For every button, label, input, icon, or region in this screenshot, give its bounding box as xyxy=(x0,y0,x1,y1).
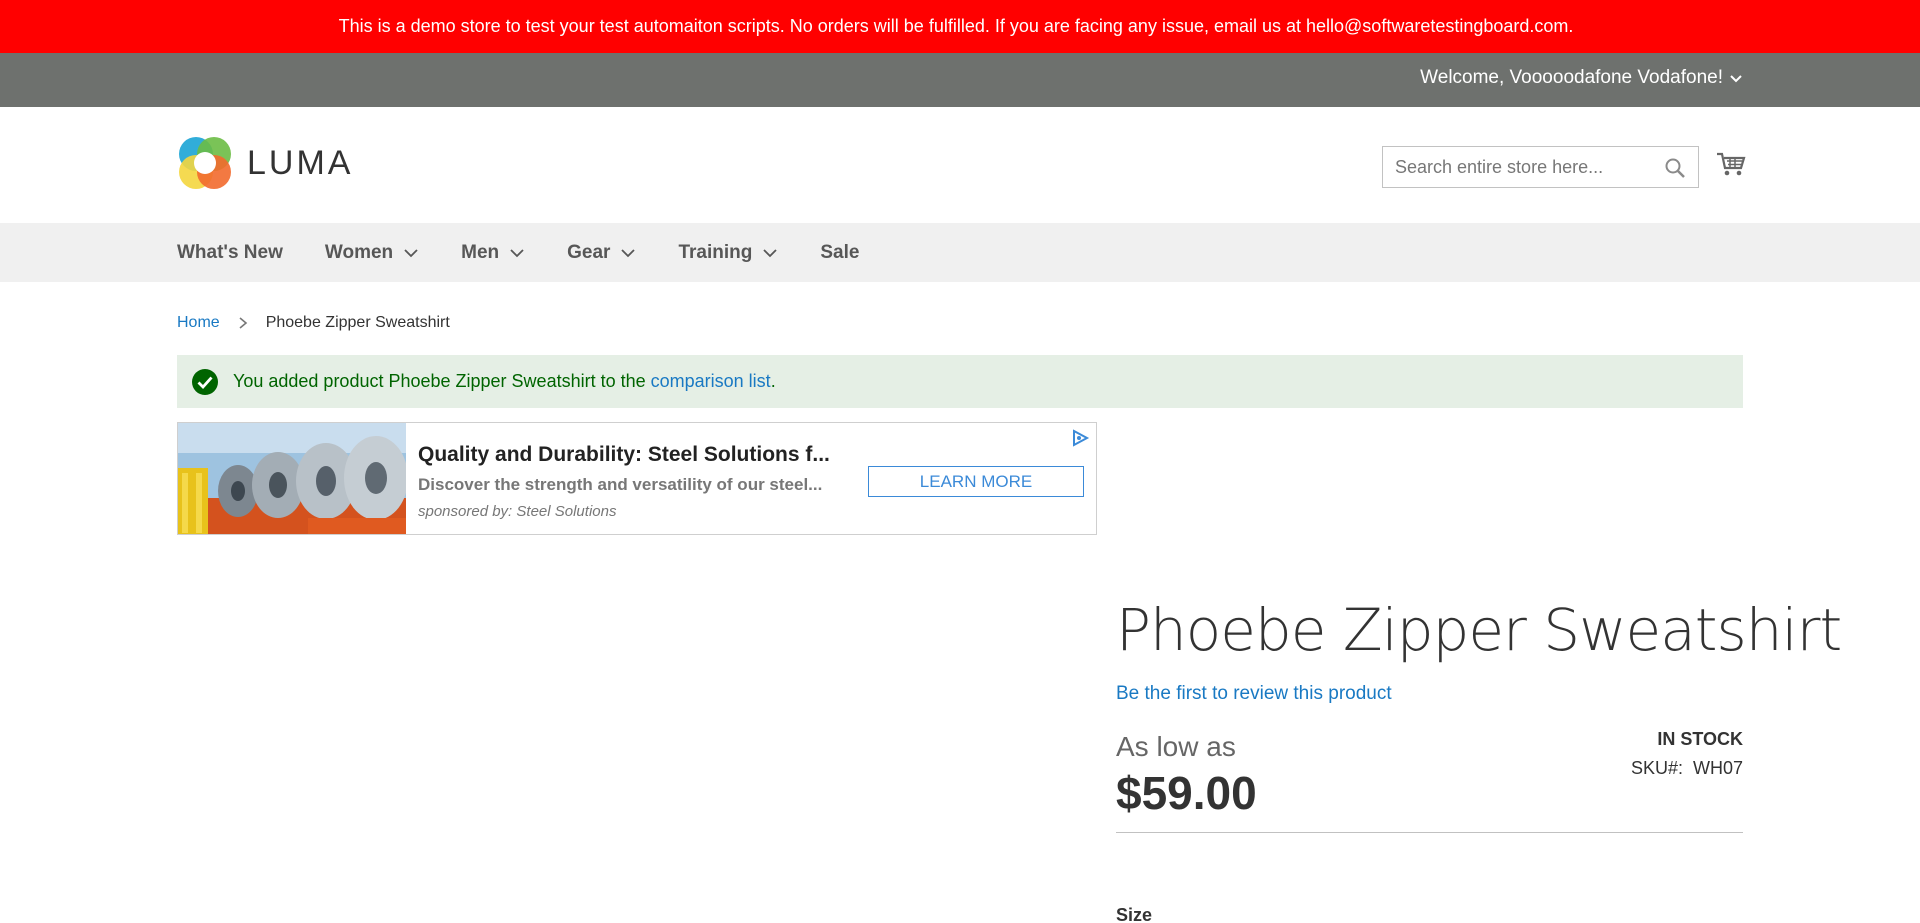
product-price: $59.00 xyxy=(1116,767,1257,819)
luma-logo-icon xyxy=(179,137,231,189)
cart-icon[interactable] xyxy=(1716,149,1746,179)
main-navigation: What's New Women Men Gear Training Sale xyxy=(0,223,1920,282)
sku-value: WH07 xyxy=(1692,758,1743,778)
nav-item-label: Women xyxy=(324,241,394,263)
ad-image xyxy=(178,423,406,534)
comparison-list-link[interactable]: comparison list xyxy=(651,371,771,392)
divider xyxy=(1116,832,1743,833)
chevron-right-icon xyxy=(239,317,247,329)
welcome-text: Welcome, Vooooodafone Vodafone! xyxy=(1420,67,1723,88)
customer-welcome-menu[interactable]: Welcome, Vooooodafone Vodafone! xyxy=(1420,67,1743,89)
check-circle-icon xyxy=(192,368,218,395)
ad-title[interactable]: Quality and Durability: Steel Solutions … xyxy=(418,443,830,467)
review-link[interactable]: Be the first to review this product xyxy=(1116,683,1392,705)
nav-item-men[interactable]: Men xyxy=(461,242,525,264)
chevron-down-icon xyxy=(404,248,418,257)
stock-status: IN STOCK xyxy=(1657,729,1743,749)
breadcrumb-home-link[interactable]: Home xyxy=(177,314,220,332)
demo-notice-bar: This is a demo store to test your test a… xyxy=(0,0,1920,53)
nav-item-label: What's New xyxy=(177,241,283,263)
nav-item-sale[interactable]: Sale xyxy=(820,242,859,264)
chevron-down-icon xyxy=(1730,75,1742,83)
store-logo[interactable]: LUMA xyxy=(177,135,353,191)
nav-item-label: Men xyxy=(461,241,500,263)
learn-more-button[interactable]: LEARN MORE xyxy=(868,466,1084,497)
success-message: You added product Phoebe Zipper Sweatshi… xyxy=(177,355,1743,408)
nav-item-label: Gear xyxy=(567,241,611,263)
chevron-down-icon xyxy=(621,248,636,257)
size-label: Size xyxy=(1116,905,1153,923)
ad-banner[interactable]: Quality and Durability: Steel Solutions … xyxy=(177,422,1097,535)
message-suffix: . xyxy=(770,371,776,391)
search-box xyxy=(1382,146,1699,188)
chevron-down-icon xyxy=(763,248,777,257)
adchoices-icon[interactable] xyxy=(1070,428,1090,448)
product-sku: SKU#: WH07 xyxy=(1631,758,1743,779)
price-label: As low as xyxy=(1116,731,1236,762)
product-title: Phoebe Zipper Sweatshirt xyxy=(1116,596,1842,664)
sku-label: SKU#: xyxy=(1630,758,1683,778)
nav-item-label: Sale xyxy=(820,241,860,263)
nav-item-women[interactable]: Women xyxy=(325,242,419,264)
nav-item-whats-new[interactable]: What's New xyxy=(177,242,283,264)
search-icon[interactable] xyxy=(1664,157,1686,179)
site-header: LUMA xyxy=(0,107,1920,223)
breadcrumb: Home Phoebe Zipper Sweatshirt xyxy=(177,314,450,332)
demo-notice-text: This is a demo store to test your test a… xyxy=(338,16,1574,36)
nav-item-training[interactable]: Training xyxy=(678,242,778,264)
search-input[interactable] xyxy=(1383,147,1653,187)
message-prefix: You added product Phoebe Zipper Sweatshi… xyxy=(233,371,646,391)
logo-text: LUMA xyxy=(247,143,354,182)
ad-sponsor: sponsored by: Steel Solutions xyxy=(418,503,617,520)
nav-item-gear[interactable]: Gear xyxy=(567,242,636,264)
nav-item-label: Training xyxy=(678,241,753,263)
chevron-down-icon xyxy=(510,248,524,257)
breadcrumb-current: Phoebe Zipper Sweatshirt xyxy=(265,314,450,331)
ad-description: Discover the strength and versatility of… xyxy=(418,475,823,494)
top-panel: Welcome, Vooooodafone Vodafone! xyxy=(0,53,1920,107)
